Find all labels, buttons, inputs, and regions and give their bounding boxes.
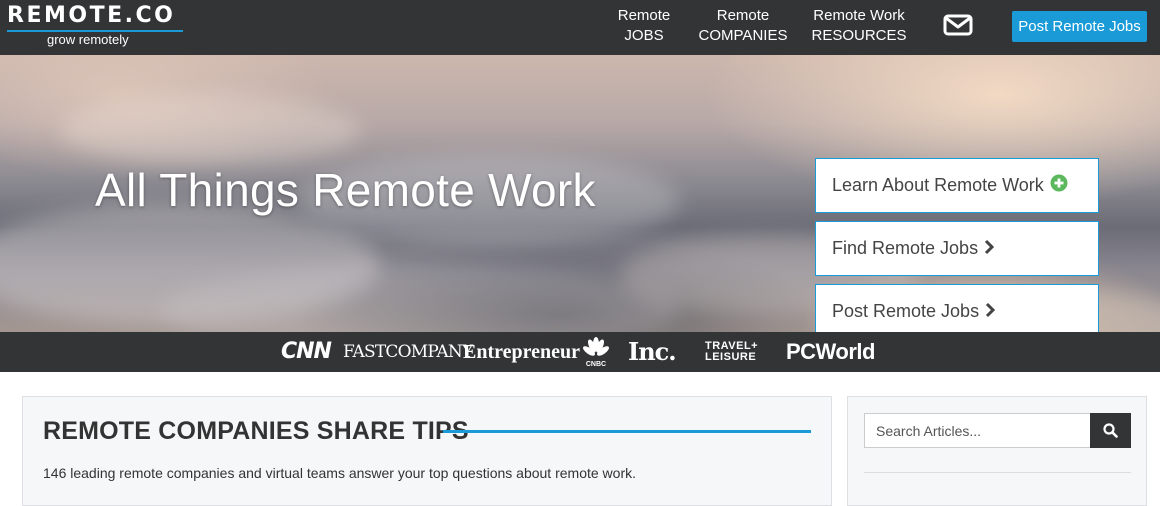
fast-company-logo: FASTCOMPANY <box>343 342 473 362</box>
logo-wordmark: REMOTE.CO <box>7 3 176 28</box>
learn-about-remote-work-button[interactable]: Learn About Remote Work <box>815 158 1099 213</box>
envelope-icon[interactable] <box>943 14 973 36</box>
title-accent-rule <box>443 430 811 433</box>
nav-resources-line1: Remote Work <box>813 7 905 24</box>
travel-leisure-line2: LEISURE <box>705 351 757 363</box>
plus-circle-icon <box>1050 160 1068 213</box>
entrepreneur-logo: Entrepreneur <box>463 341 581 363</box>
cnbc-logo-text: CNBC <box>586 361 606 368</box>
logo-tagline: grow remotely <box>47 32 129 47</box>
nav-companies-line2: COMPANIES <box>698 27 788 44</box>
nav-resources-line2: RESOURCES <box>811 27 907 44</box>
section-description: 146 leading remote companies and virtual… <box>43 465 636 481</box>
cnbc-logo: CNBC <box>580 332 612 372</box>
post-remote-jobs-button[interactable]: Post Remote Jobs <box>1012 11 1147 42</box>
hero-title: All Things Remote Work <box>95 164 596 216</box>
chevron-right-icon <box>985 286 996 332</box>
nav-remote-jobs[interactable]: Remote JOBS <box>612 6 676 46</box>
nav-jobs-line1: Remote <box>617 7 671 24</box>
search-articles-input[interactable] <box>864 413 1090 448</box>
sidebar-divider <box>864 472 1131 473</box>
search-button[interactable] <box>1090 413 1131 448</box>
post-remote-jobs-label: Post Remote Jobs <box>832 301 980 321</box>
remote-companies-tips-card: REMOTE COMPANIES SHARE TIPS 146 leading … <box>22 396 832 506</box>
nav-remote-companies[interactable]: Remote COMPANIES <box>698 6 788 46</box>
chevron-right-icon <box>984 223 995 276</box>
top-nav-bar: REMOTE.CO grow remotely Remote JOBS Remo… <box>0 0 1160 55</box>
press-logos-strip: CNN FASTCOMPANY Entrepreneur CNBC Inc. T… <box>0 332 1160 372</box>
nav-jobs-line2: JOBS <box>624 27 664 44</box>
section-title: REMOTE COMPANIES SHARE TIPS <box>43 417 469 445</box>
travel-leisure-logo: TRAVEL+ LEISURE <box>705 341 758 363</box>
magnifier-icon <box>1103 423 1118 438</box>
find-remote-jobs-button[interactable]: Find Remote Jobs <box>815 221 1099 276</box>
post-remote-jobs-cta-button[interactable]: Post Remote Jobs <box>815 284 1099 332</box>
site-logo[interactable]: REMOTE.CO grow remotely <box>7 4 183 48</box>
nav-remote-work-resources[interactable]: Remote Work RESOURCES <box>810 6 908 46</box>
pcworld-logo: PCWorld <box>786 339 875 364</box>
find-remote-jobs-label: Find Remote Jobs <box>832 238 979 258</box>
cnn-logo: CNN <box>281 339 332 364</box>
sidebar <box>847 396 1147 506</box>
hero-banner: All Things Remote Work Learn About Remot… <box>0 55 1160 332</box>
nav-companies-line1: Remote <box>716 7 770 24</box>
inc-logo: Inc. <box>628 337 677 366</box>
learn-about-remote-work-label: Learn About Remote Work <box>832 175 1044 195</box>
